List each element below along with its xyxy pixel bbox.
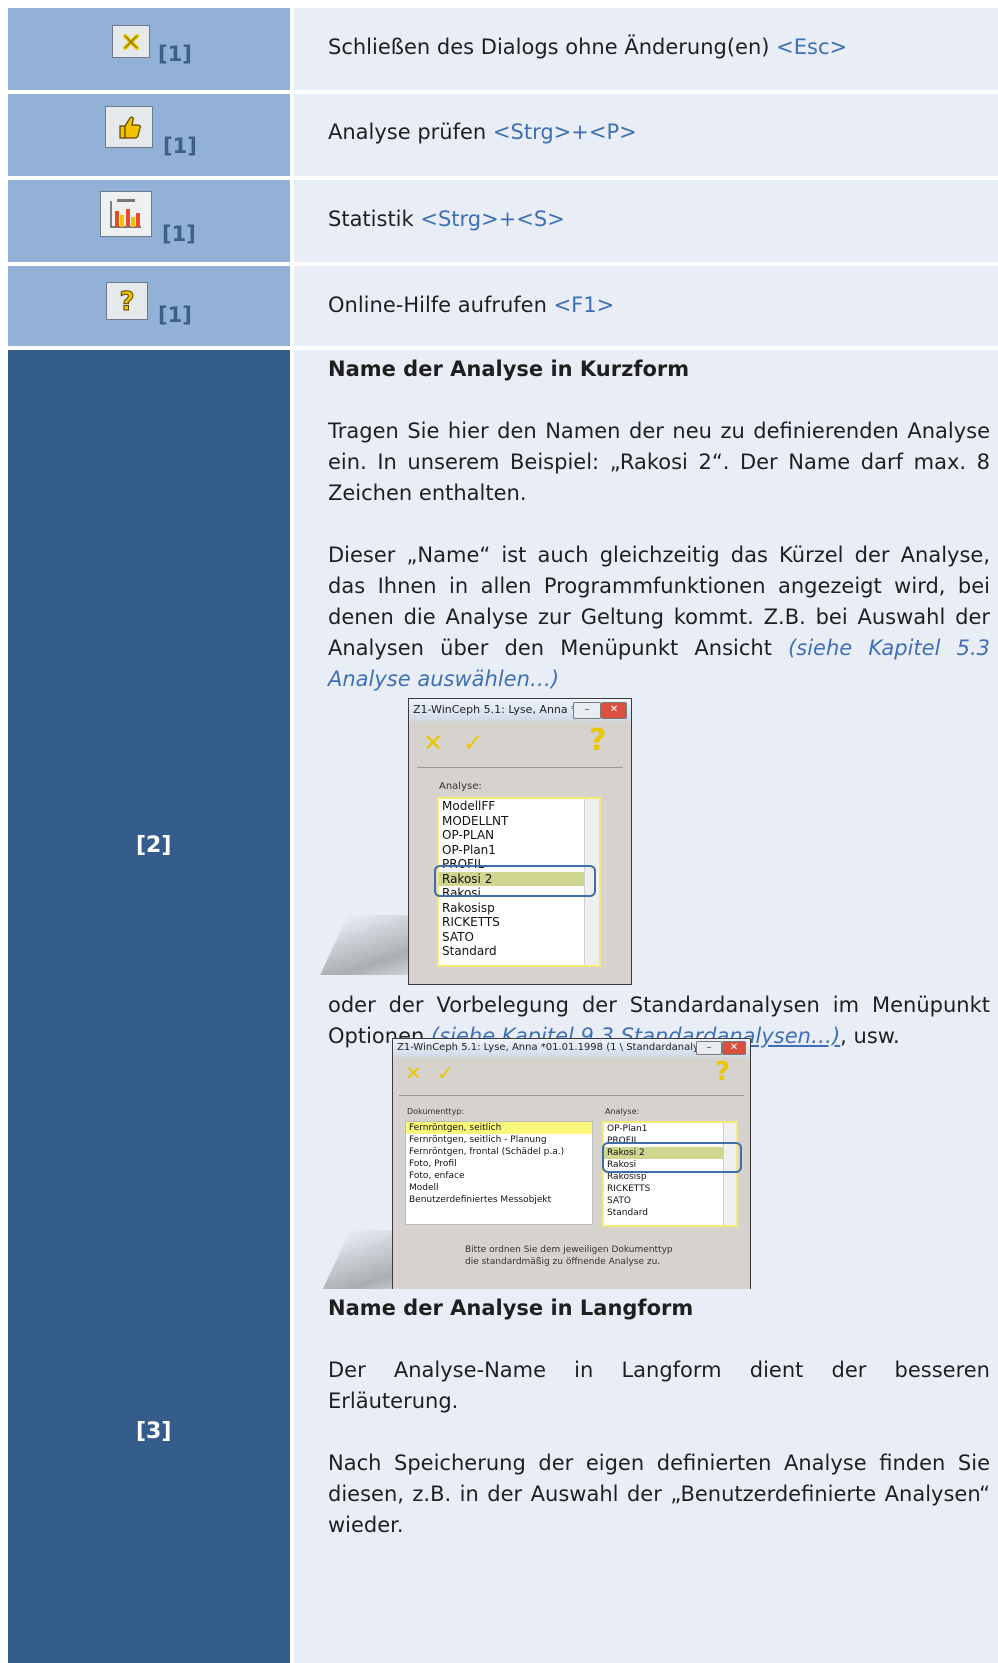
check-icon: ✓ [437, 1061, 454, 1085]
list-item[interactable]: Standard [439, 944, 599, 959]
highlight-ring [434, 865, 596, 897]
thumbs-up-icon [105, 106, 153, 148]
list-item[interactable]: Benutzerdefiniertes Messobjekt [406, 1194, 592, 1206]
scrollbar [723, 1123, 736, 1225]
analyse-dialog-screenshot: Z1-WinCeph 5.1: Lyse, Anna *01. – ✕ ✕ ✓ … [408, 698, 632, 985]
row-description-cell: Name der Analyse in Langform Der Analyse… [294, 1289, 998, 1663]
row-description-cell: Schließen des Dialogs ohne Änderung(en) … [294, 8, 998, 90]
row-label-cell: [3] [8, 1289, 290, 1663]
table-row: [1] Schließen des Dialogs ohne Änderung(… [8, 8, 998, 90]
list-item[interactable]: Foto, Profil [406, 1158, 592, 1170]
cancel-x-icon: ✕ [405, 1061, 422, 1085]
separator [399, 1095, 744, 1096]
help-question-icon: ? [106, 282, 148, 320]
table-row: ? [1] Online-Hilfe aufrufen <F1> [8, 266, 998, 346]
keyboard-shortcut: <Esc> [776, 35, 848, 59]
minimize-icon: – [573, 702, 601, 719]
list-item[interactable]: OP-Plan1 [439, 843, 599, 858]
minimize-icon: – [696, 1041, 722, 1055]
row-label-cell: [1] [8, 8, 290, 90]
table-row: [1] Statistik <Strg>+<S> [8, 180, 998, 262]
separator [417, 767, 623, 768]
row-description-cell: Online-Hilfe aufrufen <F1> [294, 266, 998, 346]
list-item[interactable]: SATO [604, 1195, 736, 1207]
svg-text:?: ? [119, 287, 134, 315]
close-icon: ✕ [601, 702, 627, 719]
section-heading: Name der Analyse in Langform [328, 1296, 694, 1320]
list-label: Analyse: [605, 1107, 640, 1116]
list-item[interactable]: RICKETTS [439, 915, 599, 930]
list-label: Analyse: [439, 781, 482, 792]
paragraph: Nach Speicherung der eigen definierten A… [328, 1451, 990, 1537]
standard-analyses-dialog-screenshot: Z1-WinCeph 5.1: Lyse, Anna *01.01.1998 (… [392, 1038, 751, 1293]
keyboard-shortcut: <F1> [553, 293, 615, 317]
list-item[interactable]: OP-PLAN [439, 828, 599, 843]
check-icon: ✓ [463, 729, 484, 757]
row-label-cell: [2] [8, 350, 290, 1345]
list-item[interactable]: Rakosisp [439, 901, 599, 916]
list-item[interactable]: Fernröntgen, seitlich - Planung [406, 1134, 592, 1146]
highlight-ring [602, 1142, 742, 1173]
hint-text: die standardmäßig zu öffnende Analyse zu… [465, 1257, 661, 1267]
row-description: Statistik <Strg>+<S> [328, 207, 565, 231]
row-label-cell: [1] [8, 180, 290, 262]
row-description-cell: Analyse prüfen <Strg>+<P> [294, 94, 998, 176]
list-item[interactable]: Standard [604, 1207, 736, 1219]
statistics-chart-icon [100, 191, 152, 237]
reference-number: [1] [163, 134, 197, 158]
row-description: Online-Hilfe aufrufen <F1> [328, 293, 615, 317]
hint-text: Bitte ordnen Sie dem jeweiligen Dokument… [465, 1245, 673, 1255]
row-description: Schließen des Dialogs ohne Änderung(en) … [328, 35, 848, 59]
table-row: [3] Name der Analyse in Langform Der Ana… [8, 1289, 998, 1663]
keyboard-shortcut: <Strg>+<S> [420, 207, 565, 231]
reference-number: [2] [136, 833, 172, 858]
list-item[interactable]: Fernröntgen, seitlich [406, 1122, 592, 1134]
help-icon: ? [589, 723, 607, 758]
close-icon: ✕ [722, 1041, 746, 1055]
list-item[interactable]: Fernröntgen, frontal (Schädel p.a.) [406, 1146, 592, 1158]
row-description-cell: Name der Analyse in Kurzform Tragen Sie … [294, 350, 998, 1345]
list-item[interactable]: MODELLNT [439, 814, 599, 829]
table-row: [1] Analyse prüfen <Strg>+<P> [8, 94, 998, 176]
list-item[interactable]: Modell [406, 1182, 592, 1194]
reference-number: [3] [136, 1419, 172, 1444]
row-description-cell: Statistik <Strg>+<S> [294, 180, 998, 262]
list-item[interactable]: RICKETTS [604, 1183, 736, 1195]
analyse-list: OP-Plan1 PROFIL Rakosi 2 Rakosi Rakosisp RICK… [602, 1121, 738, 1227]
document-type-list: Fernröntgen, seitlich Fernröntgen, seitli… [405, 1121, 593, 1225]
row-label-cell: ? [1] [8, 266, 290, 346]
row-label-cell: [1] [8, 94, 290, 176]
cancel-x-icon: ✕ [423, 729, 444, 757]
close-x-icon [112, 25, 150, 58]
paragraph: Tragen Sie hier den Namen der neu zu def… [328, 419, 990, 505]
help-icon: ? [715, 1057, 731, 1087]
list-item[interactable]: OP-Plan1 [604, 1123, 736, 1135]
keyboard-shortcut: <Strg>+<P> [492, 120, 637, 144]
list-item[interactable]: Foto, enface [406, 1170, 592, 1182]
reference-number: [1] [158, 42, 192, 66]
reference-number: [1] [162, 222, 196, 246]
list-label: Dokumenttyp: [407, 1107, 465, 1116]
paragraph: Der Analyse-Name in Langform dient der b… [328, 1358, 990, 1413]
table-row: [2] Name der Analyse in Kurzform Tragen … [8, 350, 998, 1345]
list-item[interactable]: ModellFF [439, 799, 599, 814]
section-heading: Name der Analyse in Kurzform [328, 357, 690, 381]
paragraph: Dieser „Name“ ist auch gleichzeitig das … [328, 543, 990, 691]
row-description: Analyse prüfen <Strg>+<P> [328, 120, 637, 144]
list-item[interactable]: SATO [439, 930, 599, 945]
reference-number: [1] [158, 303, 192, 327]
